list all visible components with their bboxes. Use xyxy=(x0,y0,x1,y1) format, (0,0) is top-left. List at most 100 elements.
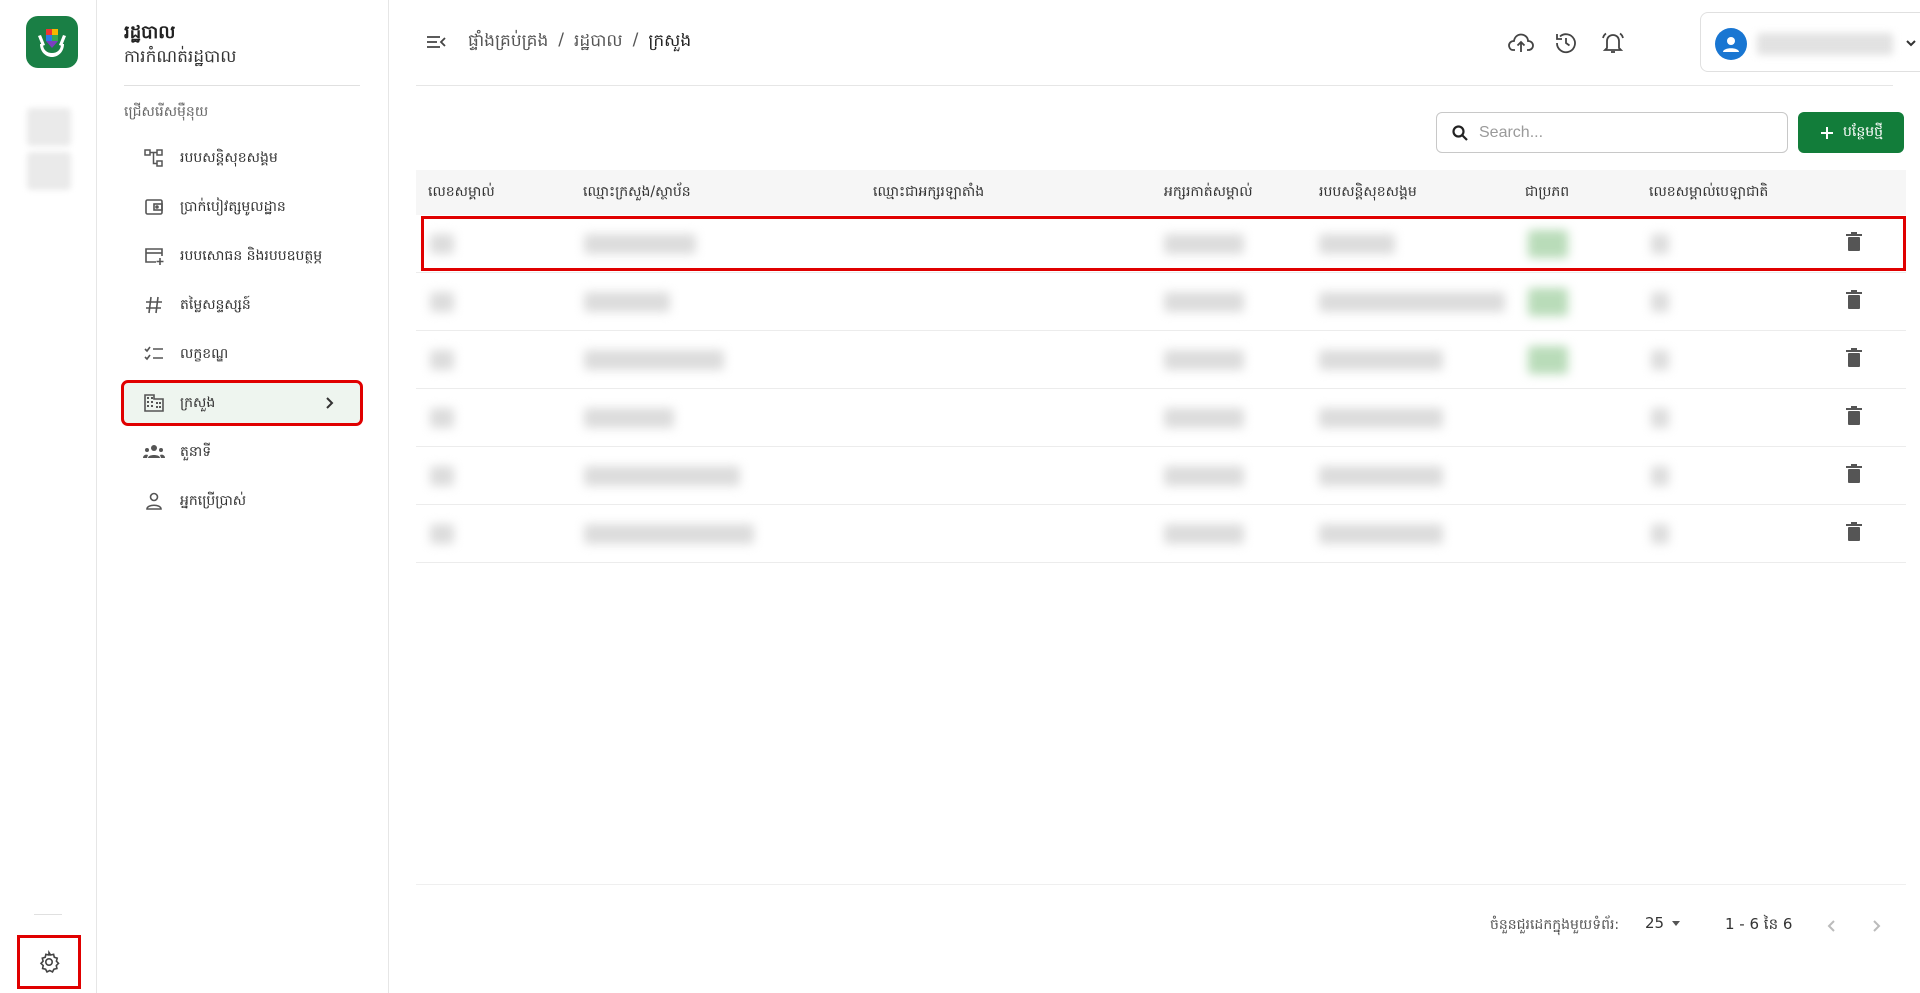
rows-per-page-select[interactable]: 25 xyxy=(1645,914,1682,932)
menu-item-label: លក្ខខណ្ឌ xyxy=(180,345,229,362)
table-row[interactable] xyxy=(416,505,1906,563)
menu-item-label: ក្រសួង xyxy=(180,394,216,411)
delete-icon[interactable] xyxy=(1845,232,1863,252)
previous-page-icon[interactable] xyxy=(1823,917,1841,935)
cell-redacted xyxy=(1164,408,1244,428)
cell-redacted xyxy=(584,234,696,254)
cell-redacted xyxy=(430,524,454,544)
settings-button[interactable] xyxy=(17,935,81,989)
table-row[interactable] xyxy=(416,215,1906,273)
table-row[interactable] xyxy=(416,273,1906,331)
column-header-latin-name[interactable]: ឈ្មោះជាអក្សរឡាតាំង xyxy=(873,182,984,203)
app-rail xyxy=(0,0,97,993)
group-icon xyxy=(140,438,168,466)
menu-item-pension-allowance[interactable]: របបសោធន និងរបបឧបត្ថម្ភ xyxy=(124,236,360,276)
cell-redacted xyxy=(1164,524,1244,544)
cell-redacted xyxy=(1651,408,1669,428)
cell-redacted xyxy=(584,408,674,428)
cell-redacted xyxy=(584,350,724,370)
column-header-name[interactable]: ឈ្មោះក្រសួង/ស្ថាប័ន xyxy=(583,182,691,203)
cell-redacted xyxy=(1651,350,1669,370)
top-header: ផ្ទាំងគ្រប់គ្រង / រដ្ឋបាល / ក្រសួង xyxy=(416,0,1920,86)
menu-divider xyxy=(124,85,360,86)
cell-redacted xyxy=(430,350,454,370)
table-row[interactable] xyxy=(416,389,1906,447)
menu-item-index-value[interactable]: តម្លៃសន្ទស្សន៍ xyxy=(124,285,360,325)
menu-collapse-icon[interactable] xyxy=(424,31,448,53)
hash-icon xyxy=(140,291,168,319)
cell-redacted xyxy=(1164,292,1244,312)
delete-icon[interactable] xyxy=(1845,522,1863,542)
menu-item-base-salary[interactable]: ប្រាក់បៀវត្សមូលដ្ឋាន xyxy=(124,187,360,227)
menu-item-label: របបសន្តិសុខសង្គម xyxy=(180,149,278,166)
gear-icon xyxy=(39,950,60,973)
delete-icon[interactable] xyxy=(1845,464,1863,484)
cell-redacted xyxy=(1651,234,1669,254)
cell-redacted xyxy=(584,466,740,486)
menu-item-conditions[interactable]: លក្ខខណ្ឌ xyxy=(124,334,360,374)
menu-item-roles[interactable]: តួនាទី xyxy=(124,432,360,472)
rail-divider xyxy=(34,914,62,915)
menu-item-ministry[interactable]: ក្រសួង xyxy=(121,380,363,426)
cell-redacted xyxy=(584,292,670,312)
add-new-button[interactable]: បន្ថែមថ្មី xyxy=(1798,112,1904,153)
menu-subtitle: ការកំណត់រដ្ឋបាល xyxy=(124,47,237,67)
delete-icon[interactable] xyxy=(1845,290,1863,310)
delete-icon[interactable] xyxy=(1845,348,1863,368)
breadcrumb: ផ្ទាំងគ្រប់គ្រង / រដ្ឋបាល / ក្រសួង xyxy=(468,30,691,55)
wallet-icon xyxy=(140,193,168,221)
history-icon[interactable] xyxy=(1553,30,1579,56)
column-header-is-source[interactable]: ជាប្រភព xyxy=(1525,182,1569,203)
menu-item-users[interactable]: អ្នកប្រើប្រាស់ xyxy=(124,481,360,521)
cell-redacted xyxy=(1319,292,1505,312)
rail-nav-item[interactable] xyxy=(27,152,71,190)
menu-item-social-security[interactable]: របបសន្តិសុខសង្គម xyxy=(124,138,360,178)
rows-per-page-label: ចំនួនជួរដេកក្នុងមួយទំព័រ: xyxy=(1490,917,1620,933)
table-header: លេខសម្គាល់ ឈ្មោះក្រសួង/ស្ថាប័ន ឈ្មោះជាអក… xyxy=(416,170,1906,215)
breadcrumb-admin[interactable]: រដ្ឋបាល xyxy=(574,30,623,55)
next-page-icon[interactable] xyxy=(1867,917,1885,935)
breadcrumb-dashboard[interactable]: ផ្ទាំងគ្រប់គ្រង xyxy=(468,30,548,55)
column-header-abbreviation[interactable]: អក្សរកាត់សម្គាល់ xyxy=(1164,182,1253,203)
helping-hands-logo-icon[interactable] xyxy=(26,16,78,68)
menu-item-label: ប្រាក់បៀវត្សមូលដ្ឋាន xyxy=(180,198,286,215)
caret-down-icon xyxy=(1672,921,1681,926)
ministry-table: លេខសម្គាល់ ឈ្មោះក្រសួង/ស្ថាប័ន ឈ្មោះជាអក… xyxy=(416,170,1906,563)
cell-redacted xyxy=(430,408,454,428)
rail-nav-item[interactable] xyxy=(27,108,71,146)
search-input[interactable] xyxy=(1479,123,1769,142)
delete-icon[interactable] xyxy=(1845,406,1863,426)
cell-redacted xyxy=(584,524,754,544)
card-add-icon xyxy=(140,242,168,270)
building-icon xyxy=(140,389,168,417)
breadcrumb-current: ក្រសួង xyxy=(648,31,692,51)
breadcrumb-separator: / xyxy=(558,30,565,50)
source-badge xyxy=(1528,288,1568,316)
hierarchy-icon xyxy=(140,144,168,172)
search-box[interactable] xyxy=(1436,112,1788,153)
menu-title: រដ្ឋបាល xyxy=(124,22,176,43)
cell-redacted xyxy=(1319,466,1443,486)
admin-menu-panel: រដ្ឋបាល ការកំណត់រដ្ឋបាល ជ្រើសរើសម៉ឺនុយ រ… xyxy=(97,0,389,993)
cell-redacted xyxy=(1164,234,1244,254)
column-header-social-security[interactable]: របបសន្តិសុខសង្គម xyxy=(1319,182,1417,203)
table-row[interactable] xyxy=(416,447,1906,505)
main-content: ផ្ទាំងគ្រប់គ្រង / រដ្ឋបាល / ក្រសួង Searc… xyxy=(389,0,1920,993)
breadcrumb-separator: / xyxy=(632,30,639,50)
cell-redacted xyxy=(1164,350,1244,370)
chevron-right-icon xyxy=(320,394,338,412)
user-menu[interactable] xyxy=(1700,12,1920,72)
menu-item-label: តួនាទី xyxy=(180,443,212,460)
table-row[interactable] xyxy=(416,331,1906,389)
cell-redacted xyxy=(430,466,454,486)
cell-redacted xyxy=(430,292,454,312)
avatar xyxy=(1715,28,1747,60)
menu-section-label: ជ្រើសរើសម៉ឺនុយ xyxy=(124,104,209,120)
rows-per-page-value: 25 xyxy=(1645,914,1665,932)
source-badge xyxy=(1528,230,1568,258)
column-header-id[interactable]: លេខសម្គាល់ xyxy=(428,182,495,203)
notification-bell-icon[interactable] xyxy=(1600,30,1626,56)
column-header-nssf-id[interactable]: លេខសម្គាល់បេឡាជាតិ xyxy=(1649,182,1768,203)
user-name-redacted xyxy=(1757,33,1893,55)
cloud-upload-icon[interactable] xyxy=(1507,30,1535,56)
